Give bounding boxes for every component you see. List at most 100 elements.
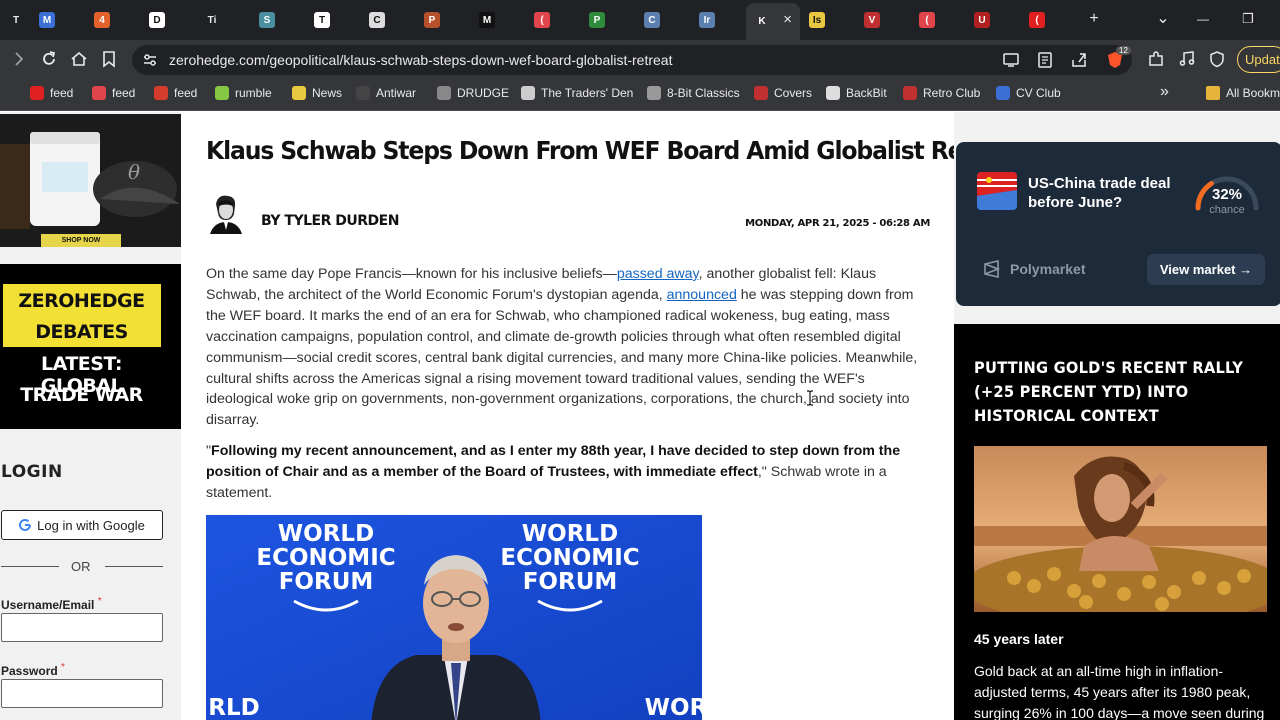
browser-tab[interactable]: D — [141, 5, 195, 35]
shop-now-button[interactable]: SHOP NOW — [41, 234, 121, 247]
paragraph-text: he was stepping down from the WEF board.… — [206, 286, 918, 429]
tab-favicon-icon: K — [754, 13, 770, 30]
browser-tab[interactable]: S — [251, 5, 305, 35]
bookmark-item[interactable]: feed — [92, 86, 135, 100]
author-avatar[interactable] — [206, 192, 246, 234]
browser-tab[interactable]: P — [416, 5, 470, 35]
article-paragraph-1: On the same day Pope Francis—known for h… — [206, 264, 924, 431]
bookmark-item[interactable]: DRUDGE — [437, 86, 509, 100]
bookmark-label: DRUDGE — [457, 86, 510, 100]
extensions-icon[interactable] — [1147, 50, 1165, 68]
browser-tab[interactable]: P — [581, 5, 635, 35]
browser-tab[interactable]: ( — [526, 5, 580, 35]
forward-icon — [15, 52, 24, 66]
debates-banner[interactable]: ZEROHEDGE DEBATES LATEST: GLOBAL TRADE W… — [0, 264, 181, 429]
browser-tab[interactable]: 4 — [86, 5, 140, 35]
view-market-button[interactable]: View market → — [1147, 254, 1265, 285]
browser-tab[interactable]: Is — [801, 5, 855, 35]
share-icon[interactable] — [1070, 51, 1088, 69]
bookmark-item[interactable]: News — [292, 86, 342, 100]
polymarket-logo-icon — [984, 259, 1001, 279]
browser-tab[interactable]: V — [856, 5, 910, 35]
bookmark-item[interactable]: BackBit — [826, 86, 887, 100]
bookmark-label: rumble — [235, 86, 272, 100]
bookmark-item[interactable]: Covers — [754, 86, 812, 100]
address-bar[interactable]: zerohedge.com/geopolitical/klaus-schwab-… — [132, 45, 1132, 75]
bookmarks-overflow-button[interactable]: » — [1160, 83, 1169, 101]
tab-favicon-icon: ( — [919, 12, 935, 28]
tab-favicon-icon: P — [589, 12, 605, 28]
browser-tab[interactable]: ( — [1021, 5, 1075, 35]
bookmark-item[interactable]: Antiwar — [356, 86, 416, 100]
poly-question[interactable]: US-China trade deal before June? — [1028, 174, 1198, 212]
bookmark-favicon-icon — [826, 86, 840, 100]
bookmark-button[interactable] — [98, 48, 120, 70]
bookmark-item[interactable]: feed — [30, 86, 73, 100]
polymarket-widget[interactable]: US-China trade deal before June? 32% cha… — [956, 142, 1280, 306]
author-byline[interactable]: BY TYLER DURDEN — [261, 213, 399, 229]
media-icon[interactable] — [1178, 50, 1196, 68]
gold-article-image[interactable] — [974, 446, 1267, 612]
minimize-button[interactable]: — — [1191, 8, 1215, 30]
bookmark-label: BackBit — [846, 86, 887, 100]
browser-tab[interactable]: C — [361, 5, 415, 35]
reload-icon — [43, 51, 56, 65]
announced-link[interactable]: announced — [667, 287, 737, 303]
browser-tab[interactable]: ( — [911, 5, 965, 35]
google-icon — [19, 519, 32, 531]
bookmark-item[interactable]: The Traders' Den — [521, 86, 633, 100]
left-sidebar: θ SHOP NOW ZEROHEDGE DEBATES LATEST: GLO… — [0, 112, 181, 720]
home-icon — [71, 51, 87, 66]
bookmark-item[interactable]: feed — [154, 86, 197, 100]
tab-search-button[interactable]: ⌄ — [1151, 8, 1175, 30]
close-tab-icon[interactable]: × — [783, 12, 792, 27]
tab-favicon-icon: M — [479, 12, 495, 28]
password-field[interactable] — [1, 679, 163, 708]
tab-strip: + ⌄ — ❐ T M 4 D Ti S T C P M(P C Ir K × Is V(U( — [0, 0, 1280, 40]
all-bookmarks-label: All Bookm — [1226, 86, 1280, 100]
browser-tab[interactable]: T — [0, 5, 28, 35]
article-photo[interactable]: WORLD ECONOMIC FORUM WORLD ECONOMIC FORU… — [206, 515, 702, 720]
bookmark-favicon-icon — [903, 86, 917, 100]
or-label: OR — [71, 559, 91, 574]
reader-mode-icon[interactable] — [1037, 51, 1053, 69]
browser-tab[interactable]: M — [31, 5, 85, 35]
cast-icon[interactable] — [1002, 52, 1020, 68]
username-field[interactable] — [1, 613, 163, 642]
browser-tab[interactable]: Ir — [691, 5, 745, 35]
forward-button[interactable] — [8, 48, 30, 70]
bookmark-label: feed — [174, 86, 198, 100]
gold-article-title[interactable]: PUTTING GOLD'S RECENT RALLY (+25 PERCENT… — [974, 356, 1250, 428]
sidebar-ad[interactable]: θ SHOP NOW — [0, 114, 181, 247]
bookmark-item[interactable]: CV Club — [996, 86, 1061, 100]
bookmark-favicon-icon — [30, 86, 44, 100]
passed-away-link[interactable]: passed away — [617, 266, 699, 282]
site-settings-icon[interactable] — [142, 52, 158, 68]
browser-tab[interactable]: T — [306, 5, 360, 35]
bookmark-label: CV Club — [1016, 86, 1061, 100]
tab-favicon-icon: ( — [534, 12, 550, 28]
home-button[interactable] — [68, 48, 90, 70]
tab-active[interactable]: K × — [746, 3, 800, 40]
required-mark: * — [61, 662, 65, 673]
browser-tab[interactable]: Ti — [196, 5, 250, 35]
new-tab-button[interactable]: + — [1082, 8, 1106, 30]
maximize-button[interactable]: ❐ — [1236, 8, 1260, 30]
update-button[interactable]: Update — [1237, 46, 1280, 73]
all-bookmarks-folder[interactable]: All Bookm — [1206, 86, 1280, 100]
bookmark-item[interactable]: rumble — [215, 86, 272, 100]
url-text[interactable]: zerohedge.com/geopolitical/klaus-schwab-… — [169, 52, 672, 68]
tab-favicon-icon: T — [8, 12, 24, 28]
bookmark-item[interactable]: Retro Club — [903, 86, 980, 100]
folder-icon — [1206, 86, 1220, 100]
polymarket-brand[interactable]: Polymarket — [982, 259, 1085, 279]
browser-tab[interactable]: C — [636, 5, 690, 35]
bookmark-item[interactable]: 8-Bit Classics — [647, 86, 740, 100]
browser-tab[interactable]: M — [471, 5, 525, 35]
vpn-shield-icon[interactable] — [1208, 50, 1226, 68]
bookmark-favicon-icon — [292, 86, 306, 100]
gold-promo[interactable]: PUTTING GOLD'S RECENT RALLY (+25 PERCENT… — [954, 324, 1280, 720]
reload-button[interactable] — [38, 48, 60, 70]
browser-tab[interactable]: U — [966, 5, 1020, 35]
google-login-button[interactable]: Log in with Google — [1, 510, 163, 540]
